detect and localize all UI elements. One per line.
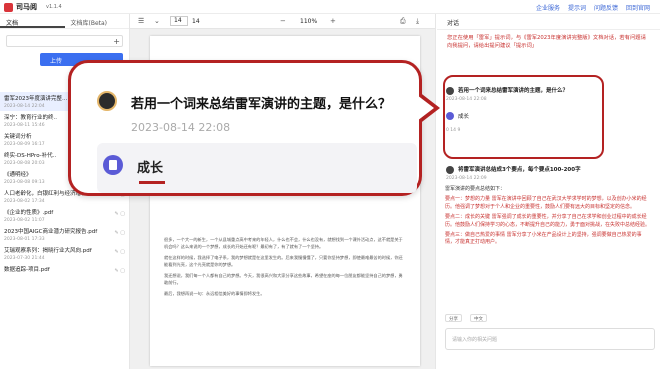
sidebar-tabs: 文档 文档库(Beta) <box>0 14 129 29</box>
avatar <box>97 91 117 111</box>
zoom-question: 若用一个词来总结雷军演讲的主题，是什么？ <box>131 97 392 112</box>
paragraph: 就在这样的时候，我选择了电子系，我的梦想就是在这里发生的。后来我慢慢懂了，只要你… <box>164 255 403 267</box>
message-date: 2023-08-14 22:09 <box>446 175 487 181</box>
logo-mark <box>4 2 13 12</box>
link-feedback[interactable]: 问题反馈 <box>594 3 618 12</box>
zoom-date: 2023-08-14 22:08 <box>131 121 231 134</box>
sidebar-toggle-icon[interactable]: ☰ <box>138 17 144 25</box>
doc-date: 2023-08-02 17:34 <box>4 199 45 204</box>
edit-icon[interactable]: ✎ ▢ <box>114 268 125 274</box>
zoom-out-icon[interactable]: − <box>280 17 286 25</box>
logo: 司马阅 v1.1.4 <box>4 2 62 12</box>
language-tag[interactable]: 中文 <box>470 314 487 322</box>
add-icon[interactable]: + <box>113 37 120 46</box>
link-home[interactable]: 回到官网 <box>626 3 650 12</box>
doc-date: 2023-07-30 21:44 <box>4 256 45 261</box>
share-tag[interactable]: 分享 <box>445 314 462 322</box>
edit-icon[interactable]: ✎ ▢ <box>114 230 125 236</box>
document-icon <box>103 155 123 175</box>
answer-point: 要点三：做自己热爱的事情 雷军分享了小米在产品设计上的坚持，强调要做自己热爱的事… <box>445 232 642 246</box>
list-item[interactable]: 《企业的性质》.pdf 2023-08-02 11:07 ✎ ▢ <box>0 206 129 225</box>
answer-body: 雷军演讲的要点总结如下： 要点一：梦想的力量 雷军在演讲中回顾了自己在武汉大学求… <box>445 186 650 250</box>
edit-icon[interactable]: ✎ ▢ <box>114 211 125 217</box>
list-item[interactable]: 数据追踪-项目.pdf ✎ ▢ <box>0 263 129 282</box>
tab-documents[interactable]: 文档 <box>0 14 65 28</box>
search-input[interactable]: + <box>6 35 123 47</box>
selection-highlight <box>443 75 604 159</box>
chat-intro: 您正在使用「雷军」提示词，与《雷军2023年度演讲完整版》文档对话，若有问题请向… <box>447 35 646 49</box>
answer-title: 雷军演讲的要点总结如下： <box>445 186 506 192</box>
chat-message-2: 将雷军演讲总结成3个要点，每个要点100-200字 2023-08-14 22:… <box>446 165 650 181</box>
question-text: 将雷军演讲总结成3个要点，每个要点100-200字 <box>458 167 581 173</box>
chevron-down-icon[interactable]: ⌄ <box>154 17 160 25</box>
doc-name: 艾瑞观察系列：揭晓行业大风向.pdf <box>4 248 92 254</box>
answer-underline <box>139 181 165 184</box>
top-bar: 司马阅 v1.1.4 企业服务 提示词 问题反馈 回到官网 <box>0 0 660 14</box>
link-prompts[interactable]: 提示词 <box>568 3 586 12</box>
avatar <box>446 165 454 174</box>
paragraph: 最后，我想再说一句：永远相信美好的事情即将发生。 <box>164 291 265 296</box>
doc-name: 《企业的性质》.pdf <box>4 210 54 216</box>
app-name: 司马阅 <box>16 3 37 11</box>
edit-icon[interactable]: ✎ ▢ <box>114 249 125 255</box>
viewer-toolbar: ☰ ⌄ 14 14 − 110% + ⎙ ⤓ <box>130 14 435 29</box>
zoom-level[interactable]: 110% <box>300 18 317 25</box>
link-enterprise[interactable]: 企业服务 <box>536 3 560 12</box>
print-icon[interactable]: ⎙ <box>400 17 406 26</box>
list-item[interactable]: 2023中国AIGC商业潜力研究报告.pdf 2023-08-01 17:33 ✎ … <box>0 225 129 244</box>
page-number-input[interactable]: 14 <box>170 16 188 26</box>
page-total: 14 <box>192 18 200 25</box>
callout-arrow-inner <box>413 92 434 124</box>
doc-name: 数据追踪-项目.pdf <box>4 267 50 273</box>
zoom-answer: 成长 <box>137 161 164 176</box>
answer-point: 要点一：梦想的力量 雷军在演讲中回顾了自己在武汉大学求学时的梦想，以及创办小米的… <box>445 196 647 210</box>
zoom-answer-box: 成长 <box>97 143 417 193</box>
doc-date: 2023-08-01 17:33 <box>4 237 45 242</box>
doc-name: 2023中国AIGC商业潜力研究报告.pdf <box>4 229 98 235</box>
paragraph: 我还想说，我们每一个人都有自己的梦想。今天，我很高兴和大家分享这些故事，希望在座… <box>164 273 403 285</box>
zoom-callout: 若用一个词来总结雷军演讲的主题，是什么？ 2023-08-14 22:08 成长 <box>68 60 422 196</box>
list-item[interactable]: 艾瑞观察系列：揭晓行业大风向.pdf 2023-07-30 21:44 ✎ ▢ <box>0 244 129 263</box>
paragraph: 很多，一个大一的新生，一个从县城重点高中考来的年轻人，什么也不会，什么也没有，就… <box>164 237 403 249</box>
download-icon[interactable]: ⤓ <box>416 17 419 26</box>
zoom-in-icon[interactable]: + <box>330 17 336 25</box>
chat-tab[interactable]: 对话 <box>437 14 660 30</box>
top-links: 企业服务 提示词 问题反馈 回到官网 <box>536 3 650 12</box>
answer-point: 要点二：成长的关键 雷军强调了成长的重要性，并分享了自己在求学和创业过程中的成长… <box>445 214 651 228</box>
doc-date: 2023-08-02 11:07 <box>4 218 45 223</box>
app-version: v1.1.4 <box>46 4 62 10</box>
tab-library[interactable]: 文档库(Beta) <box>65 14 130 28</box>
chat-input[interactable]: 请输入你的相关问题 <box>445 328 655 350</box>
